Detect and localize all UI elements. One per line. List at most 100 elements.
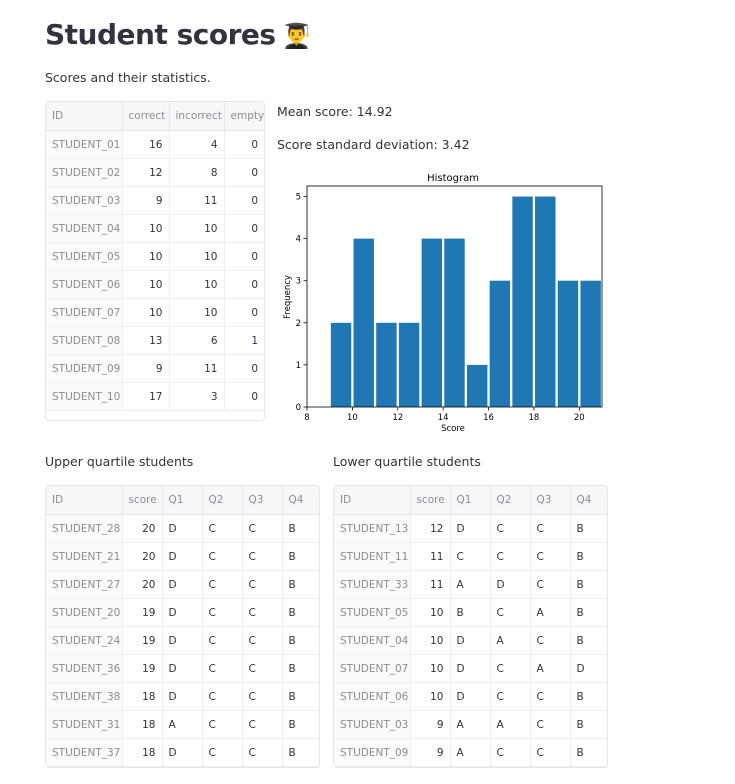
table-row[interactable]: STUDENT_03 9 11 0: [46, 186, 264, 215]
table-cell: C: [242, 738, 283, 767]
table-row[interactable]: STUDENT_04 10 D A C B: [334, 626, 607, 655]
table-cell: 11: [410, 570, 451, 599]
table-cell: 10: [122, 214, 170, 243]
table-cell: 19: [122, 654, 163, 683]
column-header-q1[interactable]: Q1: [450, 486, 491, 515]
table-row[interactable]: STUDENT_37 18 D C C B: [46, 738, 319, 767]
table-row[interactable]: STUDENT_09 9 11 0: [46, 354, 264, 383]
table-row[interactable]: STUDENT_03 9 A A C B: [334, 710, 607, 739]
table-cell: C: [202, 710, 243, 739]
column-header-q4[interactable]: Q4: [282, 486, 319, 515]
row-id-cell: STUDENT_06: [334, 682, 411, 711]
table-row[interactable]: STUDENT_06 10 D C C B: [334, 682, 607, 711]
table-cell: 12: [410, 514, 451, 543]
upper-quartile-heading: Upper quartile students: [45, 454, 194, 469]
row-id-cell: STUDENT_05: [334, 598, 411, 627]
table-cell: 20: [122, 542, 163, 571]
column-header-q3[interactable]: Q3: [530, 486, 571, 515]
row-id-cell: STUDENT_02: [46, 158, 123, 187]
scores-table[interactable]: ID correct incorrect empty STUDENT_01 16 4 0 ST…: [45, 101, 265, 421]
table-row[interactable]: STUDENT_20 19 D C C B: [46, 598, 319, 627]
table-row[interactable]: STUDENT_13 12 D C C B: [334, 514, 607, 543]
table-row[interactable]: STUDENT_33 11 A D C B: [334, 570, 607, 599]
row-id-cell: STUDENT_09: [334, 738, 411, 767]
table-cell: C: [202, 682, 243, 711]
table-row[interactable]: STUDENT_09 9 A C C B: [334, 738, 607, 767]
table-row[interactable]: STUDENT_07 10 10 0: [46, 298, 264, 327]
page-subtitle: Scores and their statistics.: [45, 70, 211, 85]
table-cell: 10: [410, 654, 451, 683]
table-row[interactable]: STUDENT_02 12 8 0: [46, 158, 264, 187]
table-cell: D: [162, 514, 203, 543]
column-header-id[interactable]: ID: [46, 102, 123, 131]
column-header-q1[interactable]: Q1: [162, 486, 203, 515]
table-cell: B: [570, 682, 607, 711]
column-header-score[interactable]: score: [410, 486, 451, 515]
table-cell: B: [282, 570, 319, 599]
table-cell: D: [490, 570, 531, 599]
column-header-q2[interactable]: Q2: [202, 486, 243, 515]
row-id-cell: STUDENT_13: [334, 514, 411, 543]
column-header-q3[interactable]: Q3: [242, 486, 283, 515]
table-cell: D: [162, 626, 203, 655]
histogram-bar: [421, 238, 443, 407]
y-axis-label: Frequency: [283, 275, 293, 319]
table-row[interactable]: STUDENT_24 19 D C C B: [46, 626, 319, 655]
table-row[interactable]: STUDENT_36 19 D C C B: [46, 654, 319, 683]
table-row[interactable]: STUDENT_05 10 B C A B: [334, 598, 607, 627]
y-tick-label: 2: [296, 319, 301, 329]
row-id-cell: STUDENT_31: [46, 710, 123, 739]
table-cell: C: [530, 514, 571, 543]
y-tick-label: 5: [296, 193, 301, 203]
table-cell: D: [162, 654, 203, 683]
column-header-score[interactable]: score: [122, 486, 163, 515]
table-row[interactable]: STUDENT_27 20 D C C B: [46, 570, 319, 599]
table-row[interactable]: STUDENT_06 10 10 0: [46, 270, 264, 299]
table-row[interactable]: STUDENT_08 13 6 1: [46, 326, 264, 355]
table-row[interactable]: STUDENT_38 18 D C C B: [46, 682, 319, 711]
table-row[interactable]: STUDENT_10 17 3 0: [46, 382, 264, 411]
row-id-cell: STUDENT_33: [334, 570, 411, 599]
table-cell: 9: [122, 186, 170, 215]
column-header-id[interactable]: ID: [334, 486, 411, 515]
table-row[interactable]: STUDENT_04 10 10 0: [46, 214, 264, 243]
table-cell: 11: [169, 354, 225, 383]
table-cell: C: [530, 738, 571, 767]
histogram-bar: [330, 322, 352, 407]
column-header-id[interactable]: ID: [46, 486, 123, 515]
y-tick-label: 4: [296, 235, 301, 245]
table-row[interactable]: STUDENT_28 20 D C C B: [46, 514, 319, 543]
column-header-correct[interactable]: correct: [122, 102, 170, 131]
table-cell: A: [450, 710, 491, 739]
histogram-bar: [512, 196, 533, 407]
table-row[interactable]: STUDENT_01 16 4 0: [46, 130, 264, 159]
row-id-cell: STUDENT_21: [46, 542, 123, 571]
table-cell: C: [530, 570, 571, 599]
table-row[interactable]: STUDENT_07 10 D C A D: [334, 654, 607, 683]
column-header-q2[interactable]: Q2: [490, 486, 531, 515]
column-header-q4[interactable]: Q4: [570, 486, 607, 515]
table-cell: C: [490, 514, 531, 543]
table-row[interactable]: STUDENT_11 11 C C C B: [334, 542, 607, 571]
lower-quartile-heading: Lower quartile students: [333, 454, 481, 469]
table-cell: C: [242, 682, 283, 711]
table-cell: 11: [169, 186, 225, 215]
x-axis-label: Score: [441, 424, 465, 434]
table-header-row: ID score Q1 Q2 Q3 Q4: [334, 486, 607, 515]
table-cell: C: [202, 626, 243, 655]
table-cell: 0: [224, 186, 264, 215]
table-row[interactable]: STUDENT_31 18 A C C B: [46, 710, 319, 739]
row-id-cell: STUDENT_36: [46, 654, 123, 683]
column-header-empty[interactable]: empty: [224, 102, 264, 131]
table-cell: C: [490, 542, 531, 571]
column-header-incorrect[interactable]: incorrect: [169, 102, 225, 131]
table-cell: 9: [410, 738, 451, 767]
graduate-icon: 👨‍🎓: [281, 22, 312, 50]
table-row[interactable]: STUDENT_05 10 10 0: [46, 242, 264, 271]
table-cell: 16: [122, 130, 170, 159]
table-row[interactable]: STUDENT_21 20 D C C B: [46, 542, 319, 571]
table-cell: 0: [224, 158, 264, 187]
lower-quartile-table[interactable]: ID score Q1 Q2 Q3 Q4 STUDENT_13 12 D C C B STUDENT_…: [333, 485, 608, 768]
table-cell: 13: [122, 326, 170, 355]
upper-quartile-table[interactable]: ID score Q1 Q2 Q3 Q4 STUDENT_28 20 D C C B STUDENT_…: [45, 485, 320, 768]
